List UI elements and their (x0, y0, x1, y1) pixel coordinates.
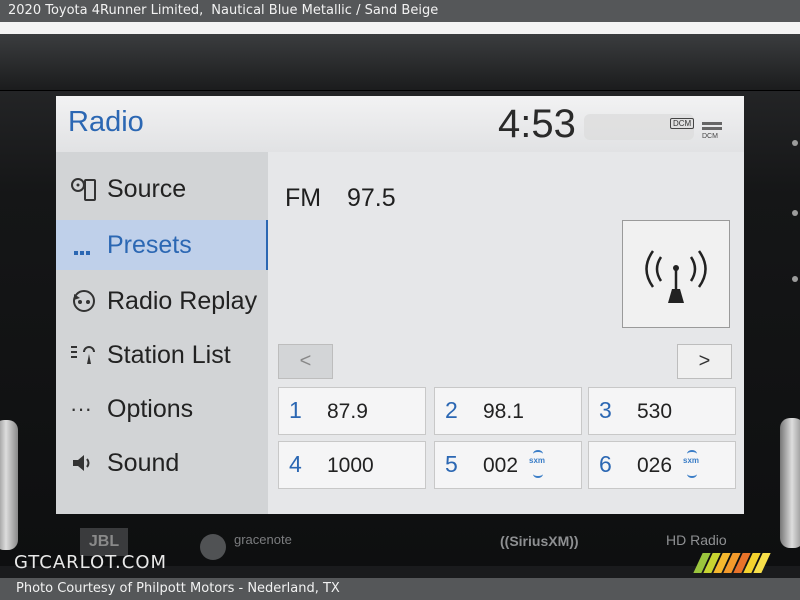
caption-subtitle: Nautical Blue Metallic / Sand Beige (211, 3, 439, 18)
band-label: FM (285, 184, 322, 212)
sxm-icon (687, 470, 697, 478)
screen-header: Radio 4:53 DCM DCM (56, 96, 744, 152)
sidebar-item-station-list[interactable]: Station List (56, 330, 266, 380)
preset-number: 6 (599, 451, 612, 477)
preset-number: 1 (289, 397, 302, 423)
bezel-dot (792, 140, 798, 146)
caption-title: 2020 Toyota 4Runner Limited, (8, 3, 204, 18)
sxm-badge: sxm (683, 456, 700, 465)
bezel-dot (792, 210, 798, 216)
siriusxm-logo: ((SiriusXM)) (500, 533, 579, 549)
sound-icon (70, 450, 100, 476)
preset-frequency: 026 (637, 454, 673, 477)
sidebar-item-label: Options (107, 395, 194, 423)
current-frequency: 97.5 (347, 184, 396, 212)
preset-frequency: 1000 (327, 454, 374, 477)
clock: 4:53 (498, 102, 576, 146)
sidebar-item-source[interactable]: Source (56, 164, 266, 214)
preset-button-4[interactable]: 4 1000 (278, 441, 426, 489)
footer-bar: Photo Courtesy of Philpott Motors - Nede… (0, 578, 800, 600)
preset-frequency: 002 (483, 454, 519, 477)
sidebar-item-label: Source (107, 175, 187, 203)
presets-icon (74, 242, 96, 255)
sidebar-item-radio-replay[interactable]: Radio Replay (56, 276, 266, 326)
preset-button-6[interactable]: 6 026 sxm (588, 441, 736, 489)
bezel-dot (792, 276, 798, 282)
station-art (622, 220, 730, 328)
sxm-icon (533, 470, 543, 478)
next-page-button[interactable]: > (677, 344, 732, 379)
gracenote-icon (200, 534, 226, 560)
radio-replay-icon (70, 288, 100, 314)
preset-frequency: 87.9 (327, 400, 368, 423)
preset-number: 2 (445, 397, 458, 423)
caption-bar: 2020 Toyota 4Runner Limited, Nautical Blu… (0, 0, 800, 22)
photo-top-border (0, 22, 800, 34)
sidebar-item-label: Radio Replay (107, 287, 258, 315)
sidebar: Source Presets Radio Replay Station List… (56, 152, 268, 514)
preset-button-2[interactable]: 2 98.1 (434, 387, 582, 435)
preset-number: 4 (289, 451, 302, 477)
preset-number: 3 (599, 397, 612, 423)
stripes-logo (693, 553, 774, 573)
dcm-badge: DCM (670, 118, 695, 129)
preset-frequency: 98.1 (483, 400, 524, 423)
preset-button-1[interactable]: 1 87.9 (278, 387, 426, 435)
dcm-label: DCM (702, 133, 718, 140)
sidebar-item-presets[interactable]: Presets (56, 220, 268, 270)
sidebar-item-options[interactable]: ··· Options (56, 384, 266, 434)
page-title: Radio (68, 106, 144, 138)
station-list-icon (70, 342, 100, 368)
antenna-signal-icon (645, 250, 707, 303)
hd-radio-logo: HD Radio (666, 532, 727, 548)
left-knob[interactable] (0, 420, 18, 550)
preset-frequency: 530 (637, 400, 673, 423)
previous-page-button[interactable]: < (278, 344, 333, 379)
sidebar-item-label: Station List (107, 341, 231, 369)
preset-button-5[interactable]: 5 002 sxm (434, 441, 582, 489)
watermark: GTCARLOT.COM (14, 552, 168, 573)
bezel-top-trim (0, 34, 800, 91)
preset-button-3[interactable]: 3 530 (588, 387, 736, 435)
gracenote-logo: gracenote (234, 532, 292, 547)
options-icon: ··· (70, 396, 92, 421)
sidebar-item-sound[interactable]: Sound (56, 438, 266, 488)
right-knob[interactable] (780, 418, 800, 548)
sxm-badge: sxm (529, 456, 546, 465)
photo-credit: Photo Courtesy of Philpott Motors - Nede… (16, 581, 340, 596)
infotainment-screen: Radio 4:53 DCM DCM Source Presets Radio … (56, 96, 744, 514)
sidebar-item-label: Presets (107, 231, 192, 259)
source-icon (70, 176, 100, 202)
preset-number: 5 (445, 451, 458, 477)
sidebar-item-label: Sound (107, 449, 180, 477)
